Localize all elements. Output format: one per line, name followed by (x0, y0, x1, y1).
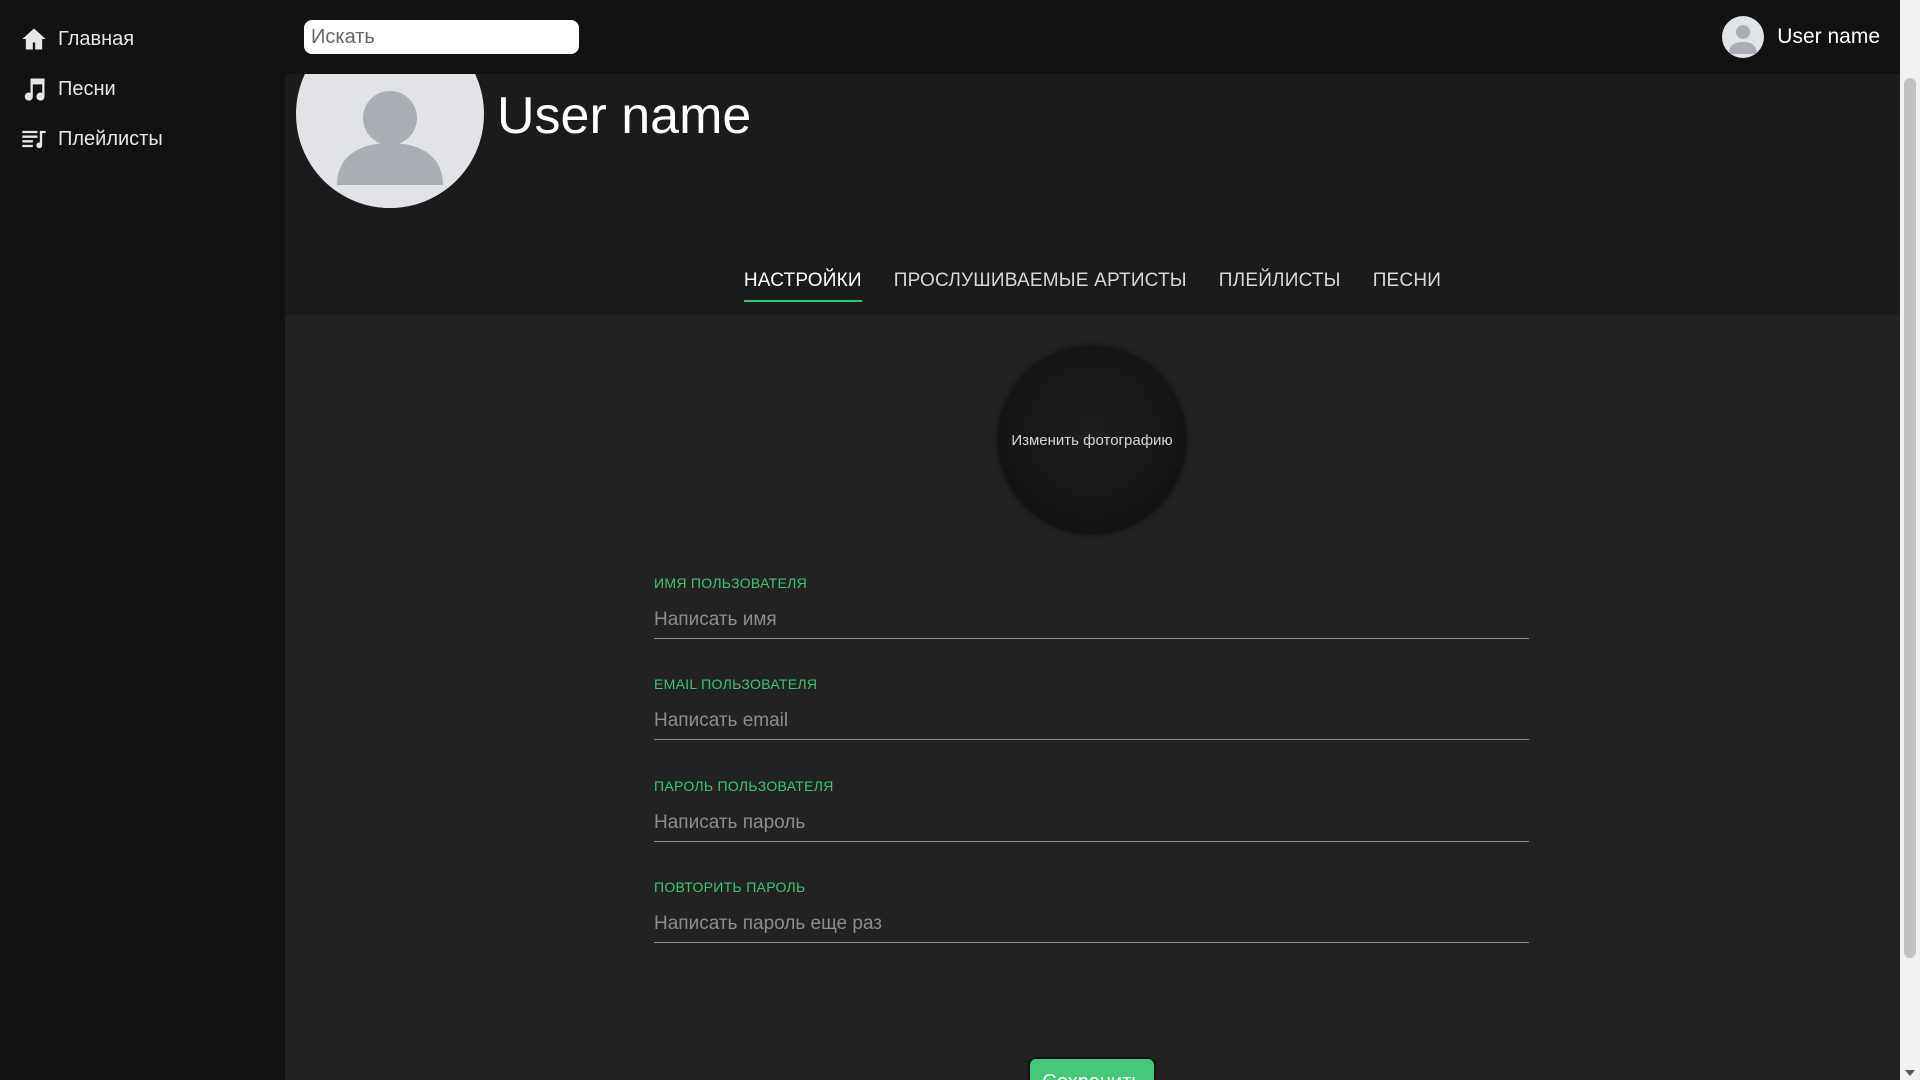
password-label: ПАРОЛЬ ПОЛЬЗОВАТЕЛЯ (654, 778, 834, 794)
scrollbar-top (1900, 0, 1920, 74)
email-field-group: EMAIL ПОЛЬЗОВАТЕЛЯ (654, 676, 1529, 740)
scroll-down-arrow-icon[interactable] (1905, 1070, 1915, 1076)
scrollbar-thumb[interactable] (1904, 78, 1916, 958)
playlist-icon (22, 130, 46, 149)
sidebar-item-playlists[interactable]: Плейлисты (0, 114, 285, 164)
profile-avatar-icon (296, 74, 484, 208)
email-input[interactable] (654, 708, 1529, 740)
tab-settings[interactable]: НАСТРОЙКИ (743, 270, 862, 302)
profile-header: User name НАСТРОЙКИ ПРОСЛУШИВАЕМЫЕ АРТИС… (285, 74, 1900, 315)
top-bar: User name (285, 0, 1900, 74)
username-label: ИМЯ ПОЛЬЗОВАТЕЛЯ (654, 575, 808, 591)
scrollbar[interactable] (1900, 74, 1920, 1080)
home-icon (22, 28, 46, 50)
repeat-password-field-group: ПОВТОРИТЬ ПАРОЛЬ (654, 879, 1529, 943)
username-input[interactable] (654, 607, 1529, 639)
sidebar: Главная Песни Плейлисты (0, 0, 285, 1080)
user-menu[interactable]: User name (1722, 16, 1880, 58)
tab-artists[interactable]: ПРОСЛУШИВАЕМЫЕ АРТИСТЫ (894, 270, 1187, 302)
username-field-group: ИМЯ ПОЛЬЗОВАТЕЛЯ (654, 575, 1529, 639)
settings-form: Изменить фотографию ИМЯ ПОЛЬЗОВАТЕЛЯ EMA… (285, 315, 1900, 1080)
password-input[interactable] (654, 810, 1529, 842)
profile-name: User name (497, 87, 752, 145)
password-field-group: ПАРОЛЬ ПОЛЬЗОВАТЕЛЯ (654, 778, 1529, 842)
user-name: User name (1777, 25, 1880, 48)
sidebar-item-home[interactable]: Главная (0, 14, 285, 64)
save-button[interactable]: Сохранить (1028, 1057, 1156, 1080)
sidebar-item-label: Песни (58, 77, 116, 100)
tab-songs[interactable]: ПЕСНИ (1373, 270, 1441, 302)
music-note-icon (24, 78, 45, 101)
main-content: User name НАСТРОЙКИ ПРОСЛУШИВАЕМЫЕ АРТИС… (285, 74, 1900, 1080)
email-label: EMAIL ПОЛЬЗОВАТЕЛЯ (654, 676, 818, 692)
sidebar-item-label: Плейлисты (58, 127, 163, 150)
search-input[interactable] (304, 20, 579, 54)
profile-tabs: НАСТРОЙКИ ПРОСЛУШИВАЕМЫЕ АРТИСТЫ ПЛЕЙЛИС… (285, 270, 1900, 302)
sidebar-item-songs[interactable]: Песни (0, 64, 285, 114)
repeat-password-label: ПОВТОРИТЬ ПАРОЛЬ (654, 879, 806, 895)
change-photo-button[interactable]: Изменить фотографию (998, 346, 1186, 534)
sidebar-item-label: Главная (58, 27, 135, 50)
tab-playlists[interactable]: ПЛЕЙЛИСТЫ (1219, 270, 1341, 302)
repeat-password-input[interactable] (654, 911, 1529, 943)
user-avatar-icon (1722, 16, 1765, 58)
